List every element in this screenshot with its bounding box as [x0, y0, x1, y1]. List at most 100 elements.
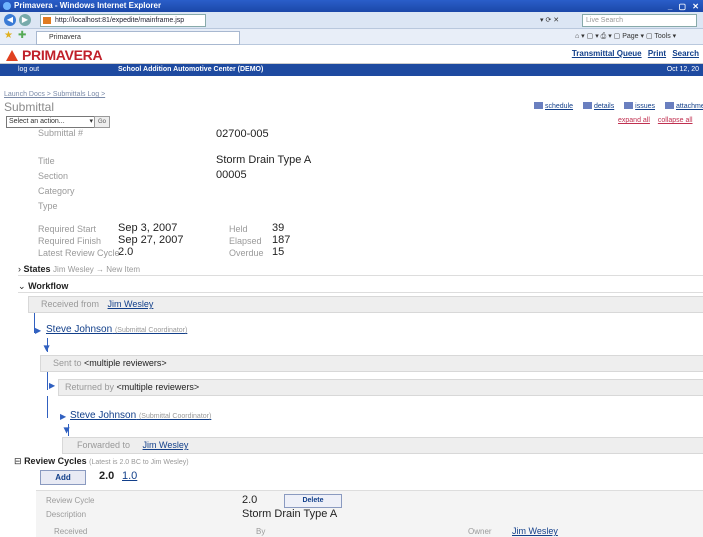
current-date: Oct 12, 20 [666, 66, 699, 73]
states-section[interactable]: › States Jim Wesley → New Item [18, 264, 140, 274]
back-icon[interactable]: ◀ [4, 14, 16, 26]
primavera-logo: PRIMAVERA [6, 47, 103, 63]
action-select-value: Select an action... [9, 118, 65, 125]
workflow-label: Workflow [28, 281, 69, 291]
required-finish-value: Sep 27, 2007 [118, 234, 184, 246]
overdue-value: 15 [272, 246, 285, 258]
section-value: 00005 [216, 169, 247, 181]
divider [18, 275, 703, 276]
logout-link[interactable]: log out [18, 64, 39, 76]
latest-cycle-label: Latest Review Cycle [38, 248, 120, 258]
cycle-label: Review Cycle [46, 496, 95, 505]
forward-icon[interactable]: ▶ [19, 14, 31, 26]
review-cycle-panel [36, 490, 703, 537]
arrow-right-icon: ▶ [60, 412, 67, 421]
refresh-stop-icons[interactable]: ▾ ⟳ ✕ [540, 16, 559, 24]
ie-search-input[interactable]: Live Search [582, 14, 697, 27]
elapsed-value: 187 [272, 234, 291, 246]
returned-by-value: <multiple reviewers> [116, 382, 200, 392]
latest-cycle-value: 2.0 [118, 246, 134, 258]
expand-all-link[interactable]: expand all [618, 117, 650, 124]
go-button[interactable]: Go [94, 116, 110, 128]
attachments-icon [664, 102, 674, 109]
tab-primavera[interactable]: Primavera [36, 31, 240, 45]
expand-links: expand all collapse all [618, 117, 699, 124]
received-label: Received from [41, 299, 100, 309]
sent-label: Sent to [53, 358, 82, 368]
workflow-received-row: Received from Jim Wesley [28, 296, 703, 313]
section-label: Section [38, 171, 69, 181]
title-label: Title [38, 156, 55, 166]
schedule-link[interactable]: schedule [545, 103, 573, 110]
submittal-no-value: 02700-005 [216, 128, 269, 140]
details-icon [582, 102, 592, 109]
actor-1-link[interactable]: Steve Johnson [46, 324, 112, 335]
actor-2-link[interactable]: Steve Johnson [70, 410, 136, 421]
review-cycles-icon: ⊟ [14, 456, 22, 466]
review-cycles-label: Review Cycles [24, 456, 87, 466]
workflow-connector [47, 396, 48, 418]
brand-name: PRIMAVERA [22, 47, 103, 63]
attachments-link[interactable]: attachments [676, 103, 703, 110]
owner-link[interactable]: Jim Wesley [512, 526, 558, 536]
sent-to-value: <multiple reviewers> [84, 358, 167, 368]
owner-col-label: Owner [468, 527, 492, 536]
address-input[interactable]: http://localhost:81/expedite/mainframe.j… [40, 14, 206, 27]
divider [18, 292, 703, 293]
workflow-actor-2: Steve Johnson (Submittal Coordinator) [70, 410, 211, 421]
collapse-all-link[interactable]: collapse all [658, 117, 693, 124]
page-icon [43, 17, 51, 24]
workflow-section[interactable]: ⌄ Workflow [18, 281, 68, 292]
search-link[interactable]: Search [672, 49, 699, 58]
breadcrumb[interactable]: Launch Docs > Submittals Log > [4, 91, 105, 98]
received-col-label: Received [54, 527, 88, 536]
returned-label: Returned by [65, 382, 115, 392]
context-bar: log out School Addition Automotive Cente… [0, 64, 703, 76]
add-cycle-button[interactable]: Add [40, 470, 86, 485]
arrow-right-icon: ▶ [49, 381, 56, 390]
submittal-no-label: Submittal # [38, 128, 84, 138]
forwarded-to-link[interactable]: Jim Wesley [133, 440, 189, 450]
title-value: Storm Drain Type A [216, 154, 312, 166]
window-titlebar: Primavera - Windows Internet Explorer _ … [0, 0, 703, 12]
workflow-actor-1: Steve Johnson (Submittal Coordinator) [46, 324, 187, 335]
forwarded-label: Forwarded to [77, 440, 131, 450]
type-label: Type [38, 201, 58, 211]
description-label: Description [46, 510, 87, 519]
header-links: Transmittal Queue Print Search [568, 49, 699, 58]
tab-label: Primavera [49, 34, 81, 41]
favorites-star-icon[interactable]: ★ [4, 30, 13, 41]
received-from-link[interactable]: Jim Wesley [102, 299, 154, 309]
window-title: Primavera - Windows Internet Explorer [14, 1, 162, 10]
transmittal-queue-link[interactable]: Transmittal Queue [572, 49, 642, 58]
review-cycles-sub: (Latest is 2.0 BC to Jim Wesley) [89, 459, 189, 466]
current-cycle-tab[interactable]: 2.0 [99, 470, 114, 482]
address-bar-row: ◀ ▶ http://localhost:81/expedite/mainfra… [0, 12, 703, 29]
workflow-returned-row: Returned by <multiple reviewers> [58, 379, 703, 396]
cycle-1-0-link[interactable]: 1.0 [122, 470, 137, 482]
by-col-label: By [256, 527, 266, 536]
issues-link[interactable]: issues [635, 103, 655, 110]
actor-2-role: (Submittal Coordinator) [138, 413, 212, 420]
tab-row: ★ ✚ Primavera ⌂ ▾ ▢ ▾ ⎙ ▾ ▢ Page ▾ ▢ Too… [0, 29, 703, 45]
add-favorite-icon[interactable]: ✚ [18, 30, 26, 41]
states-detail: Jim Wesley → New Item [53, 265, 141, 274]
app-header: PRIMAVERA Transmittal Queue Print Search [0, 45, 703, 64]
workflow-forwarded-row: Forwarded to Jim Wesley [62, 437, 703, 454]
description-value: Storm Drain Type A [242, 508, 338, 520]
print-link[interactable]: Print [648, 49, 666, 58]
arrow-down-icon: ▶ [62, 427, 72, 434]
schedule-icon [534, 102, 543, 109]
review-cycles-section[interactable]: ⊟ Review Cycles (Latest is 2.0 BC to Jim… [14, 456, 189, 467]
workflow-sent-row: Sent to <multiple reviewers> [40, 355, 703, 372]
required-start-label: Required Start [38, 224, 97, 234]
view-links: schedule details issues attachments [534, 102, 703, 110]
command-bar[interactable]: ⌂ ▾ ▢ ▾ ⎙ ▾ ▢ Page ▾ ▢ Tools ▾ [575, 32, 676, 41]
required-finish-label: Required Finish [38, 236, 102, 246]
workflow-connector [47, 372, 48, 390]
delete-cycle-button[interactable]: Delete [284, 494, 342, 508]
category-label: Category [38, 186, 75, 196]
details-link[interactable]: details [594, 103, 614, 110]
ie-logo-icon [3, 2, 11, 10]
action-select[interactable]: Select an action... ▾ [6, 116, 96, 128]
